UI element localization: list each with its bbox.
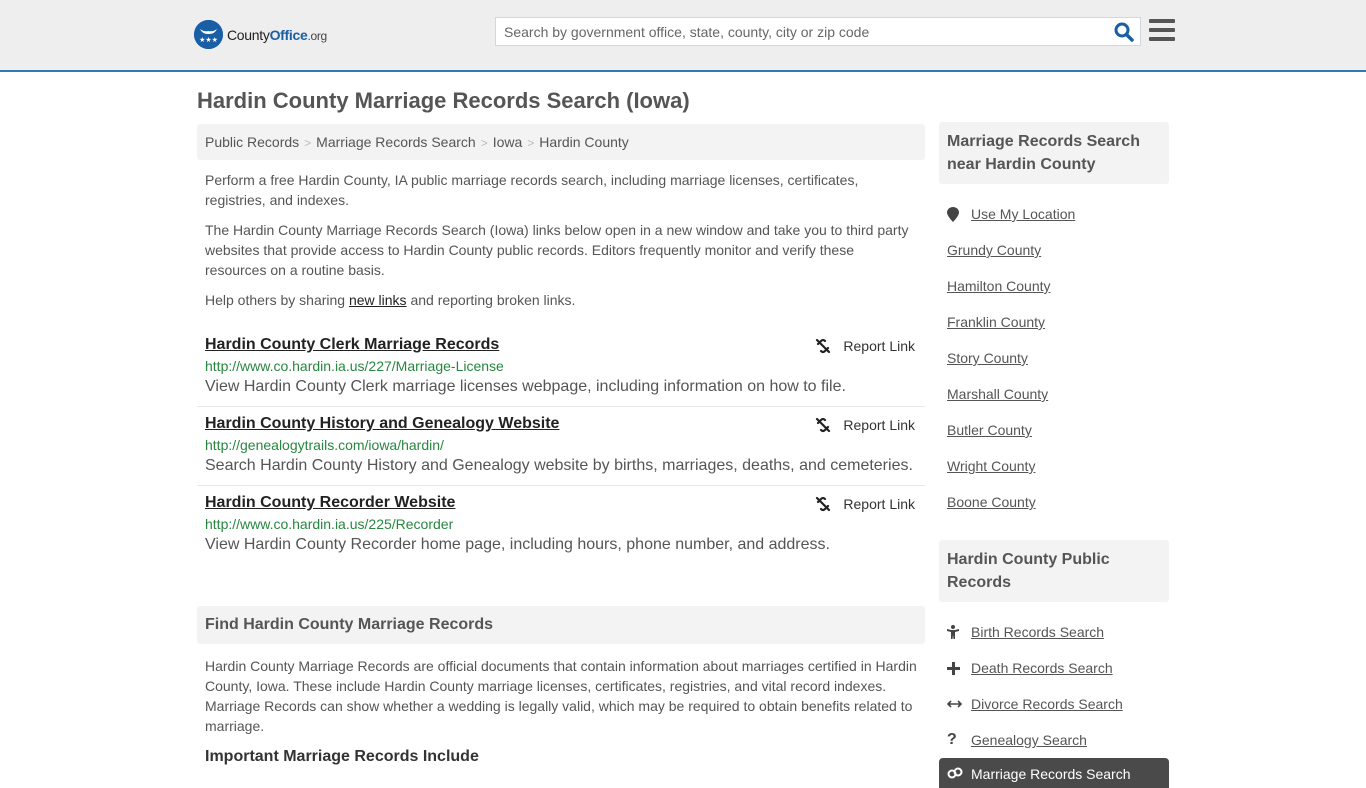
birth-records-item[interactable]: Birth Records Search [947,614,1161,650]
listing-title-link[interactable]: Hardin County Clerk Marriage Records [205,336,499,354]
breadcrumb-hardin-county[interactable]: Hardin County [539,134,629,150]
divorce-records-link[interactable]: Divorce Records Search [971,696,1123,712]
eagle-stars-icon: ★★★ [194,20,223,49]
child-icon [947,625,971,639]
find-records-body: Hardin County Marriage Records are offic… [205,658,917,734]
county-link-item[interactable]: Marshall County [947,376,1161,412]
broken-link-icon [816,496,831,512]
logo-county: County [227,26,270,43]
breadcrumb: Public Records > Marriage Records Search > I… [197,124,925,160]
breadcrumb-marriage-records-search[interactable]: Marriage Records Search [316,134,476,150]
map-marker-icon [947,206,971,222]
breadcrumb-public-records[interactable]: Public Records [205,134,299,150]
arrows-horizontal-icon [947,699,971,709]
county-link-item[interactable]: Wright County [947,448,1161,484]
listing-url: http://www.co.hardin.ia.us/227/Marriage-… [205,358,504,374]
site-logo[interactable]: ★★★ CountyOffice.org [194,20,327,49]
use-location-link[interactable]: Use My Location [971,206,1075,222]
county-link[interactable]: Butler County [947,422,1032,438]
death-records-link[interactable]: Death Records Search [971,660,1113,676]
report-link-label: Report Link [843,417,915,433]
listing: Hardin County History and Genealogy Webs… [197,407,925,486]
nearby-counties-list: Grundy County Hamilton County Franklin C… [939,232,1169,528]
breadcrumb-separator: > [527,136,535,150]
county-link-item[interactable]: Boone County [947,484,1161,520]
svg-text:★★★: ★★★ [199,36,218,44]
genealogy-search-item[interactable]: ? Genealogy Search [947,722,1161,758]
search-icon [1114,22,1134,42]
listing: Hardin County Clerk Marriage Records Rep… [197,328,925,407]
listing-description: View Hardin County Recorder home page, i… [205,536,830,553]
site-header: ★★★ CountyOffice.org [0,0,1366,72]
genealogy-search-link[interactable]: Genealogy Search [971,732,1087,748]
public-records-list: Birth Records Search Death Records Searc… [939,602,1169,758]
important-records-heading: Important Marriage Records Include [205,748,479,765]
search-button[interactable] [1114,22,1134,42]
main-content: Perform a free Hardin County, IA public … [197,170,925,766]
new-links-link[interactable]: new links [349,292,407,308]
intro-text: Perform a free Hardin County, IA public … [205,172,859,208]
breadcrumb-separator: > [480,136,488,150]
report-link-button[interactable]: Report Link [815,496,915,512]
breadcrumb-iowa[interactable]: Iowa [493,134,523,150]
report-link-button[interactable]: Report Link [815,338,915,354]
county-link-item[interactable]: Story County [947,340,1161,376]
marriage-records-active-label: Marriage Records Search [971,766,1131,782]
listing: Hardin County Recorder Website Report Li… [197,486,925,564]
help-text-before: Help others by sharing [205,292,349,308]
county-link[interactable]: Wright County [947,458,1035,474]
help-text-after: and reporting broken links. [406,292,576,308]
public-records-heading: Hardin County Public Records [939,540,1169,602]
county-link-item[interactable]: Hamilton County [947,268,1161,304]
listing-title-link[interactable]: Hardin County History and Genealogy Webs… [205,415,559,433]
listing-description: Search Hardin County History and Genealo… [205,457,913,474]
county-link[interactable]: Franklin County [947,314,1045,330]
listing-url: http://genealogytrails.com/iowa/hardin/ [205,437,444,453]
hamburger-menu-icon[interactable] [1149,19,1175,43]
county-link[interactable]: Grundy County [947,242,1041,258]
nearby-heading: Marriage Records Search near Hardin Coun… [939,122,1169,184]
report-link-label: Report Link [843,338,915,354]
logo-text: CountyOffice.org [227,27,327,43]
marriage-records-active-item[interactable]: Marriage Records Search [939,758,1169,788]
listing-title-link[interactable]: Hardin County Recorder Website [205,494,455,512]
plus-icon [947,661,971,675]
county-link[interactable]: Boone County [947,494,1036,510]
page-title: Hardin County Marriage Records Search (I… [197,88,690,113]
search-input[interactable] [496,18,1096,45]
logo-org: .org [307,28,327,43]
disclaimer-text: The Hardin County Marriage Records Searc… [205,222,909,278]
county-link[interactable]: Marshall County [947,386,1048,402]
logo-office: Office [269,26,308,43]
listing-url: http://www.co.hardin.ia.us/225/Recorder [205,516,454,532]
find-records-heading: Find Hardin County Marriage Records [197,606,925,644]
sidebar: Marriage Records Search near Hardin Coun… [939,122,1169,788]
use-location-item[interactable]: Use My Location [947,196,1161,232]
birth-records-link[interactable]: Birth Records Search [971,624,1104,640]
question-icon: ? [947,731,957,748]
county-link-item[interactable]: Butler County [947,412,1161,448]
broken-link-icon [816,417,831,433]
county-link-item[interactable]: Grundy County [947,232,1161,268]
report-link-label: Report Link [843,496,915,512]
rings-icon [947,766,971,783]
county-link[interactable]: Hamilton County [947,278,1051,294]
search-box [495,17,1141,46]
breadcrumb-separator: > [304,136,312,150]
report-link-button[interactable]: Report Link [815,417,915,433]
county-link-item[interactable]: Franklin County [947,304,1161,340]
help-text: Help others by sharing new links and rep… [197,290,925,310]
broken-link-icon [816,338,831,354]
death-records-item[interactable]: Death Records Search [947,650,1161,686]
divorce-records-item[interactable]: Divorce Records Search [947,686,1161,722]
county-link[interactable]: Story County [947,350,1028,366]
listing-description: View Hardin County Clerk marriage licens… [205,378,846,395]
